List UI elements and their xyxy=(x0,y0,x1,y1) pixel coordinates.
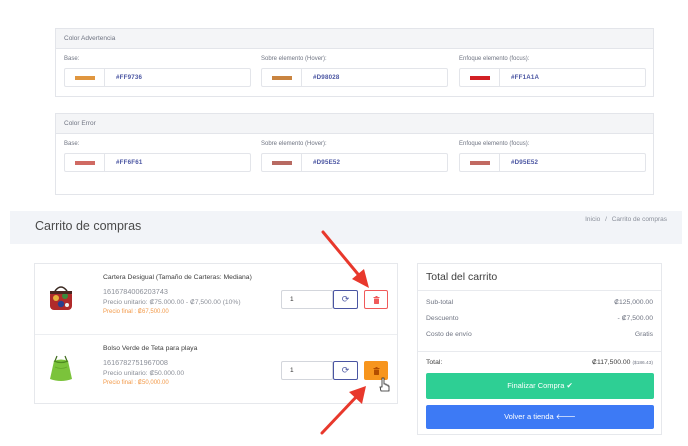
cart-item: Cartera Desigual (Tamaño de Carteras: Me… xyxy=(35,264,397,330)
trash-icon xyxy=(373,366,379,375)
error-hover-label: Sobre elemento (Hover): xyxy=(261,141,327,147)
breadcrumb: Inicio / Carrito de compras xyxy=(582,216,667,223)
back-to-store-button[interactable]: Volver a tienda 🡐 xyxy=(426,405,654,429)
error-focus-input[interactable]: #D95E52 xyxy=(459,153,646,172)
item-final-price: Precio final : ₡50,000.00 xyxy=(103,380,169,386)
warning-focus-input[interactable]: #FF1A1A xyxy=(459,68,646,87)
error-base-label: Base: xyxy=(64,141,80,147)
item-final-price: Precio final : ₡67,500.00 xyxy=(103,309,169,315)
item-unit-price: Precio unitario: ₡50.000.00 xyxy=(103,370,185,377)
hex-value: #FF9736 xyxy=(116,74,143,81)
trash-icon xyxy=(373,295,379,304)
item-sku: 1616782751967008 xyxy=(103,358,168,367)
warning-hover-label: Sobre elemento (Hover): xyxy=(261,56,327,62)
warning-hover-input[interactable]: #D98028 xyxy=(261,68,448,87)
shipping-label: Costo de envío xyxy=(426,331,472,338)
page-header: Carrito de compras Inicio / Carrito de c… xyxy=(10,211,682,244)
total-row: Total: ₡117,500.00 ($186.43) xyxy=(426,359,653,366)
error-panel-title: Color Error xyxy=(56,114,653,134)
total-usd: ($186.43) xyxy=(632,361,653,366)
subtotal-label: Sub-total xyxy=(426,299,454,306)
item-name[interactable]: Bolso Verde de Teta para playa xyxy=(103,345,197,352)
subtotal-value: ₡125,000.00 xyxy=(614,299,653,306)
totals-title: Total del carrito xyxy=(426,271,498,283)
total-label: Total: xyxy=(426,359,443,366)
red-handbag-image xyxy=(50,286,72,310)
warning-focus-label: Enfoque elemento (focus): xyxy=(459,56,530,62)
error-hover-input[interactable]: #D95E52 xyxy=(261,153,448,172)
divider xyxy=(418,290,661,291)
remove-item-button[interactable] xyxy=(364,290,388,309)
quantity-input[interactable]: 1 xyxy=(281,361,333,380)
color-swatch[interactable] xyxy=(470,161,490,165)
item-name[interactable]: Cartera Desigual (Tamaño de Carteras: Me… xyxy=(103,274,252,281)
quantity-input[interactable]: 1 xyxy=(281,290,333,309)
warning-panel-title: Color Advertencia xyxy=(56,29,653,49)
update-quantity-button[interactable]: ⟳ xyxy=(333,361,358,380)
error-base-input[interactable]: #FF6F61 xyxy=(64,153,251,172)
green-bag-image xyxy=(50,355,72,381)
item-sku: 1616784006203743 xyxy=(103,287,168,296)
shipping-row: Costo de envío Gratis xyxy=(426,331,653,338)
item-unit-price: Precio unitario: ₡75.000.00 - ₡7,500.00 … xyxy=(103,299,241,306)
color-swatch[interactable] xyxy=(272,76,292,80)
warning-base-input[interactable]: #FF9736 xyxy=(64,68,251,87)
cart-item: Bolso Verde de Teta para playa 161678275… xyxy=(35,334,397,400)
discount-value: - ₡7,500.00 xyxy=(617,315,653,322)
checkout-button[interactable]: Finalizar Compra ✔ xyxy=(426,373,654,399)
refresh-icon: ⟳ xyxy=(341,294,350,304)
cart-totals-panel: Total del carrito Sub-total ₡125,000.00 … xyxy=(417,263,662,435)
warning-base-label: Base: xyxy=(64,56,80,62)
update-quantity-button[interactable]: ⟳ xyxy=(333,290,358,309)
divider xyxy=(418,351,661,352)
error-color-panel: Color Error Base: #FF6F61 Sobre elemento… xyxy=(55,113,654,195)
hex-value: #FF1A1A xyxy=(511,74,540,81)
total-value: ₡117,500.00 xyxy=(592,359,631,366)
color-swatch[interactable] xyxy=(272,161,292,165)
color-swatch[interactable] xyxy=(75,76,95,80)
hex-value: #FF6F61 xyxy=(116,159,143,166)
error-focus-label: Enfoque elemento (focus): xyxy=(459,141,530,147)
discount-label: Descuento xyxy=(426,315,459,322)
hex-value: #D95E52 xyxy=(511,159,539,166)
hex-value: #D98028 xyxy=(313,74,340,81)
refresh-icon: ⟳ xyxy=(341,365,350,375)
shipping-value: Gratis xyxy=(634,331,653,338)
breadcrumb-current: Carrito de compras xyxy=(611,216,667,223)
total-value-group: ₡117,500.00 ($186.43) xyxy=(592,359,653,366)
cart-items-list: Cartera Desigual (Tamaño de Carteras: Me… xyxy=(34,263,398,404)
color-swatch[interactable] xyxy=(470,76,490,80)
page-title: Carrito de compras xyxy=(35,219,142,233)
warning-color-panel: Color Advertencia Base: #FF9736 Sobre el… xyxy=(55,28,654,97)
breadcrumb-separator: / xyxy=(605,216,607,223)
hex-value: #D95E52 xyxy=(313,159,341,166)
breadcrumb-home-link[interactable]: Inicio xyxy=(585,216,600,223)
color-swatch[interactable] xyxy=(75,161,95,165)
discount-row: Descuento - ₡7,500.00 xyxy=(426,315,653,322)
subtotal-row: Sub-total ₡125,000.00 xyxy=(426,299,653,306)
remove-item-button[interactable] xyxy=(364,361,388,380)
